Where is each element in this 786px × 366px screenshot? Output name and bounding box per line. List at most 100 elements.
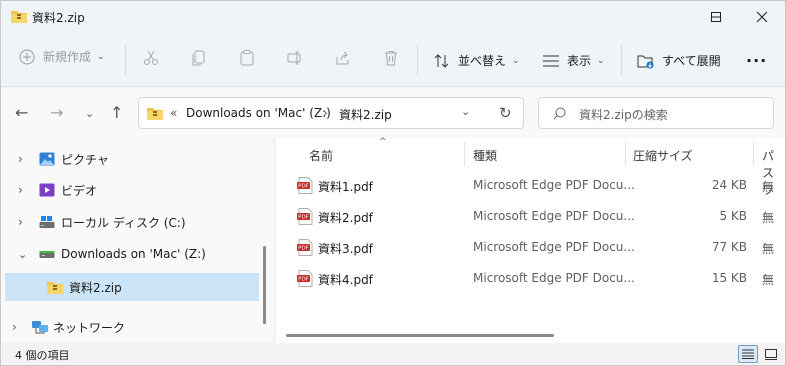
sidebar-scrollbar[interactable] [263, 246, 266, 324]
details-view-button[interactable] [738, 345, 758, 363]
pdf-file-icon: PDF [297, 239, 313, 256]
chevron-down-icon[interactable]: ⌄ [18, 248, 27, 261]
divider [125, 45, 126, 75]
column-header-type[interactable]: 種類 [473, 147, 497, 164]
address-dropdown-icon[interactable]: ⌄ [461, 105, 470, 118]
file-type: Microsoft Edge PDF Docu... [473, 271, 635, 285]
maximize-button[interactable] [693, 1, 739, 33]
file-type: Microsoft Edge PDF Docu... [473, 178, 635, 192]
search-icon [553, 107, 566, 120]
sort-button[interactable]: 並べ替え ⌄ [433, 52, 520, 69]
sidebar-item-videos[interactable]: › ビデオ [1, 176, 259, 204]
rename-button[interactable] [285, 48, 305, 68]
close-button[interactable] [739, 1, 785, 33]
zip-folder-icon [47, 282, 63, 294]
divider [417, 45, 418, 75]
plus-circle-icon [19, 49, 35, 64]
copy-icon [192, 50, 205, 66]
breadcrumb-segment[interactable]: Downloads on 'Mac' (Z:) [186, 106, 331, 120]
zip-folder-icon [147, 108, 163, 120]
address-bar[interactable]: « Downloads on 'Mac' (Z:) › 資料2.zip ⌄ ↻ [138, 97, 524, 129]
address-row: ← → ⌄ ↑ « Downloads on 'Mac' (Z:) › 資料2.… [1, 88, 785, 138]
more-icon: ... [746, 47, 768, 66]
videos-icon [39, 183, 55, 197]
expand-all-label: すべて展開 [662, 54, 721, 68]
chevron-down-icon: ⌄ [597, 55, 605, 66]
window-title: 資料2.zip [32, 11, 85, 25]
file-password: 無 [762, 180, 775, 194]
file-size: 24 KB [711, 178, 747, 192]
copy-button[interactable] [189, 48, 209, 68]
file-size: 15 KB [711, 271, 747, 285]
expand-all-button[interactable]: すべて展開 [637, 52, 721, 69]
sidebar-item-label: 資料2.zip [69, 280, 122, 295]
more-options-button[interactable]: ... [746, 47, 767, 66]
sidebar-item-label: ビデオ [61, 183, 98, 198]
divider [621, 45, 622, 75]
column-divider[interactable] [753, 142, 754, 166]
sidebar-item-local-disk[interactable]: › ローカル ディスク (C:) [1, 208, 259, 236]
file-size: 5 KB [719, 209, 747, 223]
horizontal-scrollbar[interactable] [286, 334, 554, 337]
table-row[interactable]: PDF 資料3.pdf Microsoft Edge PDF Docu... 7… [276, 232, 785, 263]
search-box[interactable]: 資料2.zipの検索 [538, 97, 774, 129]
new-button[interactable]: 新規作成 ⌄ [19, 48, 105, 65]
details-view-icon [742, 349, 754, 359]
sidebar-item-zip[interactable]: 資料2.zip [5, 273, 259, 301]
breadcrumb-segment[interactable]: 資料2.zip [339, 106, 392, 123]
sidebar-item-network[interactable]: › ネットワーク [1, 313, 259, 341]
table-row[interactable]: PDF 資料4.pdf Microsoft Edge PDF Docu... 1… [276, 263, 785, 294]
view-button[interactable]: 表示 ⌄ [542, 52, 605, 69]
zip-folder-icon [11, 11, 27, 23]
close-icon [756, 11, 768, 23]
column-header-compressed-size[interactable]: 圧縮サイズ [633, 147, 693, 164]
file-password: 無 [762, 273, 775, 287]
refresh-icon[interactable]: ↻ [499, 104, 512, 122]
sidebar-item-pictures[interactable]: › ピクチャ [1, 145, 259, 173]
share-icon [336, 51, 349, 65]
view-label: 表示 [567, 54, 592, 68]
sidebar-item-label: ローカル ディスク (C:) [61, 215, 186, 230]
sidebar-item-network-drive[interactable]: ⌄ Downloads on 'Mac' (Z:) [1, 240, 259, 268]
file-type: Microsoft Edge PDF Docu... [473, 240, 635, 254]
recent-locations-chevron-icon[interactable]: ⌄ [85, 107, 94, 120]
overflow-chevron-icon[interactable]: « [170, 106, 177, 120]
scissors-icon [144, 50, 158, 65]
search-placeholder: 資料2.zipの検索 [579, 108, 668, 122]
sidebar-item-label: ネットワーク [53, 320, 126, 335]
column-divider[interactable] [464, 142, 465, 166]
chevron-right-icon[interactable]: › [18, 183, 23, 197]
share-button[interactable] [333, 48, 353, 68]
column-header-name[interactable]: 名前 [309, 147, 333, 164]
chevron-right-icon[interactable]: › [12, 320, 17, 334]
pdf-file-icon: PDF [297, 177, 313, 194]
chevron-right-icon[interactable]: › [18, 215, 23, 229]
chevron-down-icon: ⌄ [97, 51, 105, 62]
paste-button[interactable] [237, 48, 257, 68]
table-row[interactable]: PDF 資料2.pdf Microsoft Edge PDF Docu... 5… [276, 201, 785, 232]
file-name: 資料2.pdf [318, 211, 373, 225]
column-divider[interactable] [625, 142, 626, 166]
trash-icon [385, 51, 397, 66]
item-count: 4 個の項目 [15, 349, 70, 362]
cut-button[interactable] [141, 48, 161, 68]
network-drive-icon [39, 251, 55, 258]
chevron-right-icon[interactable]: › [18, 152, 23, 166]
file-type: Microsoft Edge PDF Docu... [473, 209, 635, 223]
explorer-window: 資料2.zip 新規作成 ⌄ 並べ替え ⌄ 表示 ⌄ すべて展開 ... ← →… [0, 0, 786, 366]
tiles-view-icon [765, 348, 777, 360]
file-size: 77 KB [711, 240, 747, 254]
table-row[interactable]: PDF 資料1.pdf Microsoft Edge PDF Docu... 2… [276, 170, 785, 201]
pictures-icon [39, 152, 55, 166]
delete-button[interactable] [381, 48, 401, 68]
navigation-pane: › ピクチャ › ビデオ › ローカル ディスク (C:) ⌄ Download… [1, 138, 273, 343]
extract-icon [637, 55, 654, 68]
back-arrow-icon[interactable]: ← [15, 103, 28, 122]
network-icon [32, 320, 48, 333]
large-icons-view-button[interactable] [762, 345, 780, 363]
up-arrow-icon[interactable]: ↑ [110, 103, 123, 122]
forward-arrow-icon[interactable]: → [50, 103, 63, 122]
pdf-badge: PDF [298, 246, 309, 252]
sidebar-item-label: ピクチャ [61, 152, 109, 167]
file-name: 資料1.pdf [318, 180, 373, 194]
